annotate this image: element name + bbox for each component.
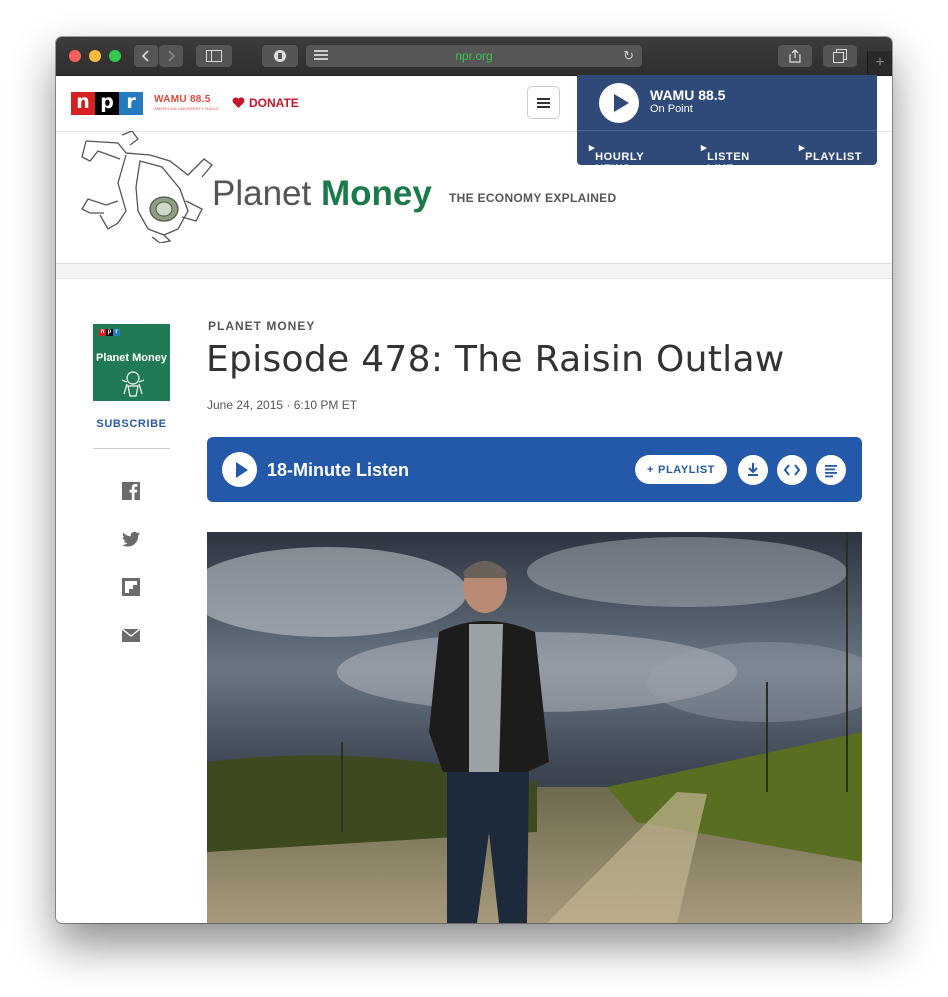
program-title[interactable]: Planet Money	[212, 174, 432, 214]
back-icon	[141, 50, 149, 62]
sidebar-button[interactable]	[196, 45, 232, 67]
npr-logo-letter-p: p	[95, 92, 119, 115]
browser-toolbar: npr.org ↻ +	[56, 37, 892, 76]
add-to-playlist-label: PLAYLIST	[658, 463, 715, 476]
station-logo-text: WAMU 88.5	[154, 94, 211, 105]
zoom-window-button[interactable]	[109, 50, 121, 62]
npr-logo-letter-n: n	[71, 92, 95, 115]
npr-mini-logo: n p r	[99, 329, 120, 336]
flipboard-icon[interactable]	[121, 577, 141, 597]
close-window-button[interactable]	[69, 50, 81, 62]
privacy-report-button[interactable]	[262, 45, 298, 67]
minimize-window-button[interactable]	[89, 50, 101, 62]
address-bar[interactable]: npr.org ↻	[306, 45, 642, 67]
podcast-cover-art[interactable]: n p r Planet Money	[93, 324, 170, 401]
twitter-icon[interactable]	[121, 529, 141, 549]
cover-title: Planet Money	[96, 352, 167, 364]
share-icon	[789, 49, 801, 63]
header-divider	[56, 264, 892, 279]
tabs-overview-button[interactable]	[823, 45, 857, 67]
subscribe-button[interactable]: SUBSCRIBE	[93, 418, 170, 430]
transcript-icon	[825, 465, 837, 478]
new-tab-button[interactable]: +	[867, 51, 892, 75]
program-title-light: Planet	[212, 174, 312, 213]
sidebar-divider	[93, 448, 170, 449]
transcript-button[interactable]	[816, 455, 846, 485]
embed-code-icon	[783, 464, 801, 476]
add-to-playlist-button[interactable]: + PLAYLIST	[635, 455, 727, 484]
download-button[interactable]	[738, 455, 768, 485]
article-eyebrow[interactable]: PLANET MONEY	[208, 319, 315, 333]
donate-button[interactable]: DONATE	[232, 96, 299, 110]
reload-icon[interactable]: ↻	[623, 48, 634, 64]
npr-logo-letter-r: r	[119, 92, 143, 115]
download-icon	[748, 463, 758, 476]
cover-astronaut-icon	[121, 371, 145, 397]
station-logo[interactable]: WAMU 88.5 AMERICAN UNIVERSITY RADIO	[154, 94, 219, 111]
forward-icon	[168, 50, 176, 62]
hamburger-icon	[537, 98, 550, 100]
privacy-icon	[274, 50, 286, 62]
program-tagline: THE ECONOMY EXPLAINED	[449, 191, 617, 205]
astronaut-illustration	[81, 131, 213, 243]
address-url: npr.org	[455, 49, 493, 63]
back-button[interactable]	[134, 45, 158, 67]
heart-icon	[232, 97, 245, 108]
email-icon[interactable]	[121, 625, 141, 645]
audio-player: 18-Minute Listen + PLAYLIST	[207, 437, 862, 502]
station-name: WAMU 88.5	[650, 87, 726, 103]
article-title: Episode 478: The Raisin Outlaw	[206, 339, 785, 380]
browser-window: npr.org ↻ + n p r WAMU 88.5 AMERICAN UNI…	[56, 37, 892, 923]
forward-button[interactable]	[159, 45, 183, 67]
share-button[interactable]	[778, 45, 812, 67]
plus-icon: +	[875, 54, 885, 71]
station-logo-subtext: AMERICAN UNIVERSITY RADIO	[154, 106, 219, 111]
audio-length-label: 18-Minute Listen	[267, 460, 410, 480]
donate-label: DONATE	[249, 96, 299, 110]
station-current-show: On Point	[650, 103, 693, 115]
sidebar-icon	[206, 50, 222, 62]
npr-logo[interactable]: n p r	[71, 92, 143, 115]
article-hero-photo	[207, 532, 862, 923]
menu-button[interactable]	[527, 86, 560, 119]
program-title-bold: Money	[320, 174, 432, 213]
live-play-button[interactable]	[599, 83, 639, 123]
plus-icon: +	[647, 463, 655, 476]
tabs-icon	[833, 49, 847, 63]
article-dateline: June 24, 2015 · 6:10 PM ET	[207, 398, 358, 412]
embed-button[interactable]	[777, 455, 807, 485]
audio-play-button[interactable]	[222, 452, 257, 487]
program-header: Planet Money THE ECONOMY EXPLAINED	[56, 131, 892, 264]
facebook-icon[interactable]	[121, 481, 141, 501]
